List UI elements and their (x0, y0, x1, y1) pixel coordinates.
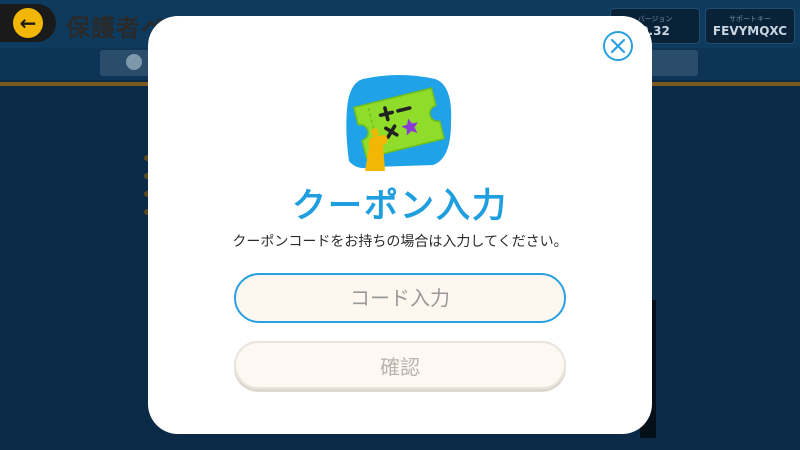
confirm-button[interactable]: 確認 (234, 341, 566, 389)
support-key-box: サポートキー FEVYMQXC (705, 8, 795, 44)
close-button[interactable] (603, 31, 633, 61)
user-icon (126, 54, 142, 70)
version-label: バージョン (637, 15, 673, 23)
back-button[interactable]: ← (0, 4, 56, 42)
coupon-dialog: クーポン入力 クーポンコードをお持ちの場合は入力してください。 確認 (148, 16, 652, 434)
support-key-value: FEVYMQXC (712, 24, 788, 38)
confirm-button-label: 確認 (380, 354, 420, 379)
support-key-label: サポートキー (729, 15, 771, 23)
back-arrow-icon: ← (13, 8, 43, 38)
dialog-title: クーポン入力 (292, 186, 508, 226)
dialog-description: クーポンコードをお持ちの場合は入力してください。 (232, 234, 568, 250)
close-icon (610, 38, 626, 54)
coupon-ticket-icon (346, 75, 452, 171)
coupon-code-input[interactable] (234, 273, 566, 323)
